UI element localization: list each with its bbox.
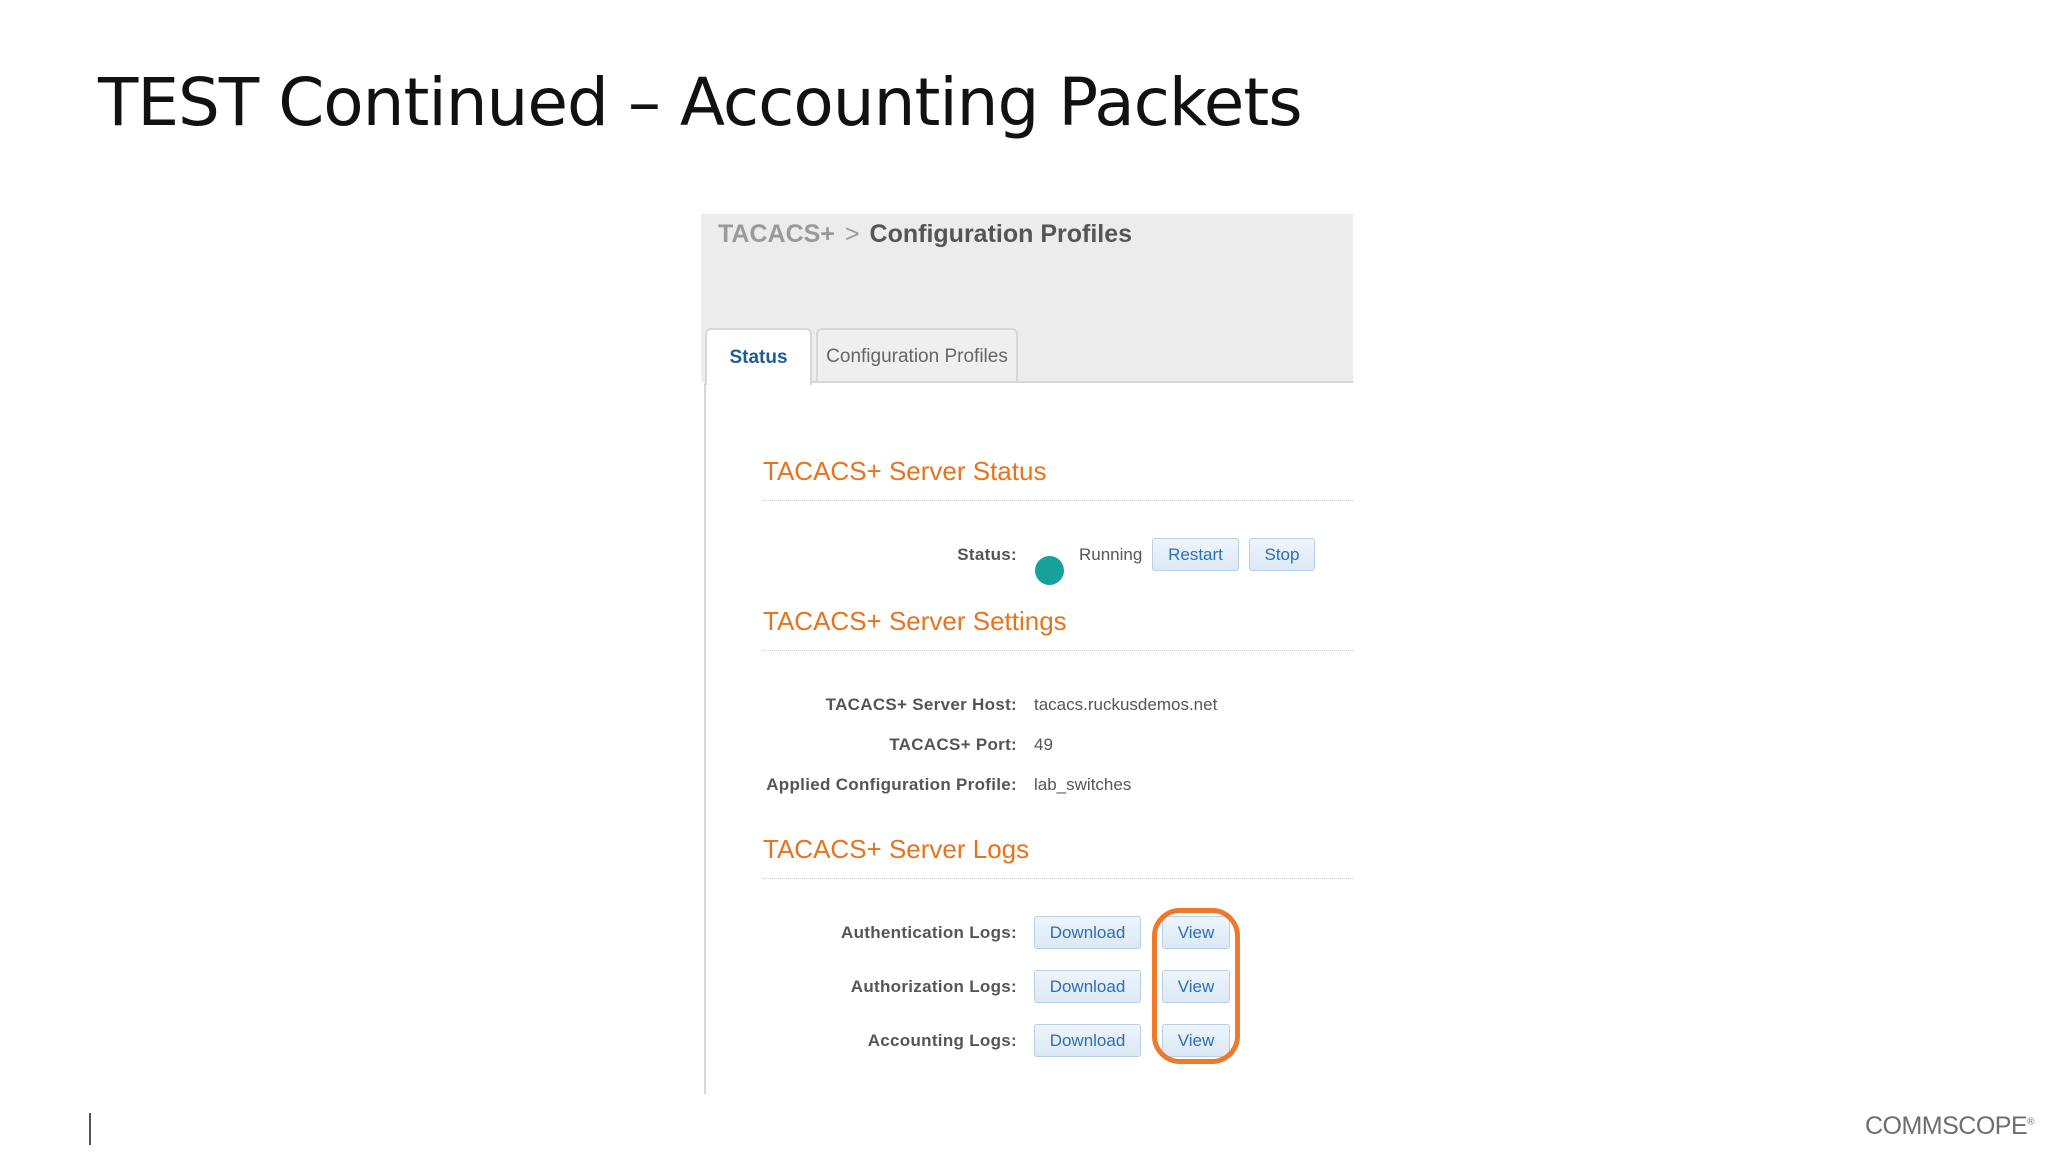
breadcrumb-root-link[interactable]: TACACS+	[718, 220, 835, 248]
breadcrumb: TACACS+ > Configuration Profiles	[718, 220, 1132, 249]
accounting-logs-label: Accounting Logs:	[867, 1031, 1017, 1050]
status-value: Running	[1079, 545, 1143, 564]
breadcrumb-separator: >	[844, 220, 860, 248]
running-status-indicator	[1035, 556, 1064, 585]
server-host-label: TACACS+ Server Host:	[825, 695, 1017, 714]
authentication-logs-label: Authentication Logs:	[841, 923, 1017, 942]
restart-button[interactable]: Restart	[1152, 538, 1239, 571]
panel-border	[704, 383, 706, 1094]
tab-status[interactable]: Status	[705, 328, 812, 385]
footer-divider	[89, 1113, 91, 1145]
logo-text: COMMSCOPE	[1864, 1112, 2028, 1140]
server-settings-heading: TACACS+ Server Settings	[763, 606, 1067, 636]
authorization-logs-label: Authorization Logs:	[850, 977, 1017, 996]
section-divider	[763, 650, 1353, 651]
accounting-logs-download-button[interactable]: Download	[1034, 1024, 1141, 1057]
authorization-logs-download-button[interactable]: Download	[1034, 970, 1141, 1003]
server-status-heading: TACACS+ Server Status	[763, 456, 1047, 486]
applied-profile-label: Applied Configuration Profile:	[766, 775, 1017, 794]
view-buttons-highlight	[1152, 908, 1240, 1064]
applied-profile-value: lab_switches	[1034, 775, 1132, 794]
authentication-logs-download-button[interactable]: Download	[1034, 916, 1141, 949]
section-divider	[763, 500, 1353, 501]
server-port-value: 49	[1034, 735, 1053, 754]
slide-title: TEST Continued – Accounting Packets	[98, 64, 1303, 141]
status-label: Status:	[957, 545, 1017, 564]
tacacs-screenshot: TACACS+ > Configuration Profiles Status Co…	[701, 214, 1353, 1094]
breadcrumb-current: Configuration Profiles	[869, 220, 1133, 248]
tab-configuration-profiles[interactable]: Configuration Profiles	[816, 328, 1018, 383]
section-divider	[763, 878, 1353, 879]
server-logs-heading: TACACS+ Server Logs	[763, 834, 1030, 864]
stop-button[interactable]: Stop	[1249, 538, 1315, 571]
registered-mark: ®	[2027, 1116, 2034, 1128]
server-port-label: TACACS+ Port:	[889, 735, 1017, 754]
server-host-value: tacacs.ruckusdemos.net	[1034, 695, 1218, 714]
commscope-logo: COMMSCOPE®	[1864, 1112, 2035, 1141]
tab-divider	[812, 381, 1353, 383]
